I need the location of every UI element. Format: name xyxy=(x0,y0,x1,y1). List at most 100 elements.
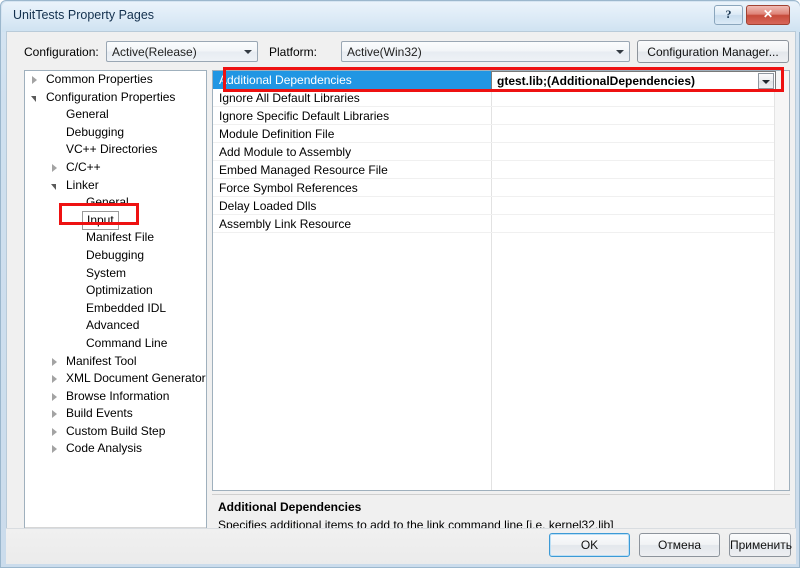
expand-triangle-icon[interactable] xyxy=(51,410,60,419)
property-tree-panel: Common Properties Configuration Propertie… xyxy=(24,70,207,547)
configuration-label: Configuration: xyxy=(24,45,99,59)
tree-item-manifest-tool[interactable]: Manifest Tool xyxy=(25,353,206,371)
grid-row[interactable]: Delay Loaded Dlls xyxy=(213,197,776,215)
tree-item-debugging[interactable]: Debugging xyxy=(25,247,206,265)
grid-row-name: Ignore All Default Libraries xyxy=(219,91,360,105)
tree-item-label: Manifest File xyxy=(86,230,155,245)
tree-item-embedded-idl[interactable]: Embedded IDL xyxy=(25,300,206,318)
tree-item-label: Debugging xyxy=(66,124,125,139)
tree-item-custom-build-step[interactable]: Custom Build Step xyxy=(25,423,206,441)
expand-triangle-icon[interactable] xyxy=(51,163,60,173)
tree-item-c-c[interactable]: C/C++ xyxy=(25,159,206,177)
tree-item-label: XML Document Generator xyxy=(66,371,206,386)
configuration-toolbar: Configuration: Active(Release) Platform:… xyxy=(7,32,795,67)
tree-item-label: Advanced xyxy=(86,318,140,333)
platform-label: Platform: xyxy=(269,45,318,59)
tree-item-label: System xyxy=(86,265,127,280)
tree-item-label: Configuration Properties xyxy=(46,89,176,104)
expand-triangle-icon[interactable] xyxy=(51,392,60,402)
description-title: Additional Dependencies xyxy=(218,500,362,514)
tree-item-manifest-file[interactable]: Manifest File xyxy=(25,229,206,247)
grid-vertical-scrollbar[interactable] xyxy=(774,71,789,490)
cancel-button-label: Отмена xyxy=(657,538,702,552)
close-icon: ✕ xyxy=(762,7,774,21)
tree-item-linker[interactable]: Linker xyxy=(25,177,206,195)
apply-button-label: Применить xyxy=(730,538,793,552)
grid-row-name: Module Definition File xyxy=(219,127,335,141)
chevron-down-icon xyxy=(239,42,256,61)
tree-item-common-properties[interactable]: Common Properties xyxy=(25,71,206,89)
tree-item-label: Input xyxy=(82,210,119,230)
expand-triangle-icon[interactable] xyxy=(51,427,60,437)
additional-dependencies-value-editor[interactable]: gtest.lib;(AdditionalDependencies) xyxy=(491,71,776,91)
tree-item-build-events[interactable]: Build Events xyxy=(25,405,206,423)
tree-item-label: VC++ Directories xyxy=(66,142,158,157)
configuration-combo-value: Active(Release) xyxy=(112,45,197,59)
ok-button[interactable]: OK xyxy=(549,533,630,557)
tree-item-label: Manifest Tool xyxy=(66,353,137,368)
question-mark-icon: ? xyxy=(725,7,732,21)
grid-row[interactable]: Ignore Specific Default Libraries xyxy=(213,107,776,125)
platform-combo-value: Active(Win32) xyxy=(347,45,422,59)
tree-item-code-analysis[interactable]: Code Analysis xyxy=(25,440,206,458)
grid-row[interactable]: Module Definition File xyxy=(213,125,776,143)
tree-item-general[interactable]: General xyxy=(25,106,206,124)
platform-combo[interactable]: Active(Win32) xyxy=(341,41,630,62)
dialog-client-area: Configuration: Active(Release) Platform:… xyxy=(6,31,796,564)
grid-row[interactable]: Ignore All Default Libraries xyxy=(213,89,776,107)
tree-item-optimization[interactable]: Optimization xyxy=(25,282,206,300)
grid-row[interactable]: Add Module to Assembly xyxy=(213,143,776,161)
tree-item-command-line[interactable]: Command Line xyxy=(25,335,206,353)
tree-item-vc-directories[interactable]: VC++ Directories xyxy=(25,141,206,159)
expand-triangle-icon[interactable] xyxy=(51,445,60,454)
tree-item-debugging[interactable]: Debugging xyxy=(25,124,206,142)
ok-button-label: OK xyxy=(580,538,599,552)
tree-item-label: Common Properties xyxy=(46,72,153,86)
chevron-down-icon xyxy=(611,42,628,61)
grid-row-name: Force Symbol References xyxy=(219,181,358,195)
tree-item-system[interactable]: System xyxy=(25,265,206,283)
close-button[interactable]: ✕ xyxy=(746,5,790,25)
tree-item-label: Custom Build Step xyxy=(66,423,166,438)
collapse-triangle-icon[interactable] xyxy=(31,94,40,103)
tree-item-label: Embedded IDL xyxy=(86,300,167,315)
property-grid-rows[interactable]: Additional Dependencies Ignore All Defaul… xyxy=(213,71,776,490)
grid-row[interactable]: Embed Managed Resource File xyxy=(213,161,776,179)
cancel-button[interactable]: Отмена xyxy=(639,533,720,557)
configuration-combo[interactable]: Active(Release) xyxy=(106,41,258,62)
tree-item-label: C/C++ xyxy=(66,159,101,174)
tree-item-label: Debugging xyxy=(86,247,145,262)
collapse-triangle-icon[interactable] xyxy=(51,182,60,191)
tree-item-input-selected[interactable]: Input xyxy=(25,210,206,230)
value-dropdown-chevron-icon[interactable] xyxy=(758,73,774,89)
window-title: UnitTests Property Pages xyxy=(13,8,155,22)
grid-row[interactable]: Force Symbol References xyxy=(213,179,776,197)
grid-row-name: Assembly Link Resource xyxy=(219,217,352,231)
expand-triangle-icon[interactable] xyxy=(31,76,40,85)
tree-item-xml-document-generator[interactable]: XML Document Generator xyxy=(25,370,206,388)
grid-row-name: Ignore Specific Default Libraries xyxy=(219,109,390,123)
tree-item-label: Optimization xyxy=(86,283,153,298)
apply-button[interactable]: Применить xyxy=(729,533,793,557)
grid-row-name: Add Module to Assembly xyxy=(219,145,352,159)
additional-dependencies-value: gtest.lib;(AdditionalDependencies) xyxy=(497,74,696,88)
grid-row-name: Delay Loaded Dlls xyxy=(219,199,317,213)
grid-row[interactable]: Assembly Link Resource xyxy=(213,215,776,233)
property-tree[interactable]: Common Properties Configuration Propertie… xyxy=(25,71,206,527)
help-button[interactable]: ? xyxy=(714,5,743,25)
tree-item-label: Browse Information xyxy=(66,388,170,403)
tree-item-general[interactable]: General xyxy=(25,194,206,212)
tree-item-label: Build Events xyxy=(66,406,133,421)
expand-triangle-icon[interactable] xyxy=(51,375,60,384)
configuration-manager-label: Configuration Manager... xyxy=(647,45,779,59)
tree-item-label: General xyxy=(66,107,109,122)
title-bar: UnitTests Property Pages ? ✕ xyxy=(1,1,800,31)
tree-item-browse-information[interactable]: Browse Information xyxy=(25,388,206,406)
tree-item-configuration-properties[interactable]: Configuration Properties xyxy=(25,89,206,107)
configuration-manager-button[interactable]: Configuration Manager... xyxy=(637,40,789,63)
tree-item-label: General xyxy=(86,195,129,210)
dialog-footer: OK Отмена Применить xyxy=(6,528,796,564)
tree-item-advanced[interactable]: Advanced xyxy=(25,317,206,335)
expand-triangle-icon[interactable] xyxy=(51,357,60,367)
dialog-window: UnitTests Property Pages ? ✕ Configurati… xyxy=(0,0,800,568)
